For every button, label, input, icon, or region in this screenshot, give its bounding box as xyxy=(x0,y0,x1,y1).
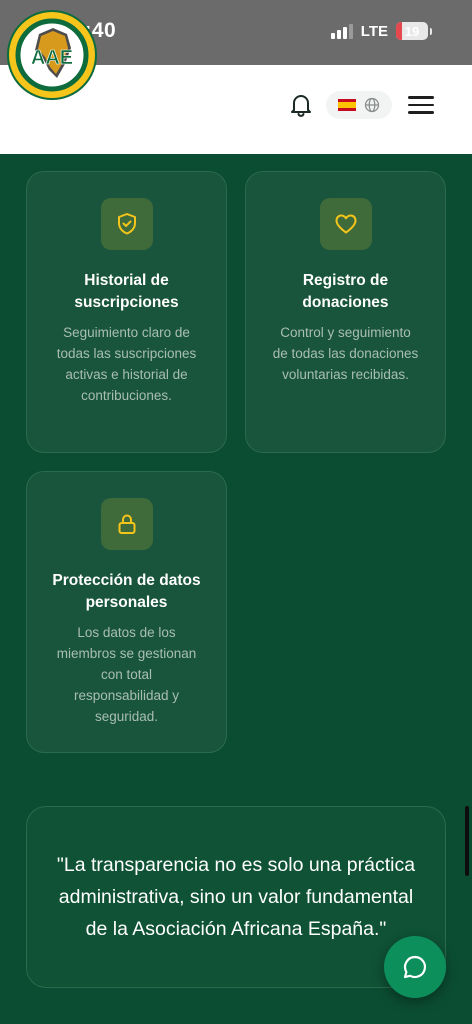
logo-text: AAE xyxy=(31,47,73,69)
feature-title: Historial de suscripciones xyxy=(74,272,179,311)
signal-icon xyxy=(330,23,353,39)
feature-title: Protección de datos personales xyxy=(52,572,201,611)
association-logo[interactable]: AAE xyxy=(7,10,97,100)
feature-description: Control y seguimiento de todas las donac… xyxy=(272,325,419,382)
network-label: LTE xyxy=(360,22,388,40)
transparency-quote: "La transparencia no es solo una práctic… xyxy=(26,806,446,988)
feature-card-data-protection: Protección de datos personales Los datos… xyxy=(26,471,227,753)
lock-icon xyxy=(100,498,153,550)
quote-text: "La transparencia no es solo una práctic… xyxy=(56,854,416,940)
menu-icon[interactable] xyxy=(408,92,434,118)
header-actions xyxy=(288,91,434,119)
shield-check-icon xyxy=(100,198,153,250)
battery-icon: 19 xyxy=(396,22,428,40)
heart-icon xyxy=(319,198,372,250)
feature-card-subscriptions: Historial de suscripciones Seguimiento c… xyxy=(26,171,227,453)
feature-description: Los datos de los miembros se gestionan c… xyxy=(56,625,197,724)
chat-button[interactable] xyxy=(384,936,446,998)
feature-title: Registro de donaciones xyxy=(302,272,389,311)
chat-bubble-icon xyxy=(403,955,427,979)
status-indicators: LTE 19 xyxy=(330,22,432,40)
language-selector[interactable] xyxy=(326,91,392,119)
scrollbar[interactable] xyxy=(465,806,469,876)
feature-card-donations: Registro de donaciones Control y seguimi… xyxy=(245,171,446,453)
es-flag-icon xyxy=(338,99,356,111)
bell-icon[interactable] xyxy=(288,92,314,118)
globe-icon xyxy=(364,97,380,113)
battery-level: 19 xyxy=(404,23,420,39)
feature-description: Seguimiento claro de todas las suscripci… xyxy=(56,325,197,403)
